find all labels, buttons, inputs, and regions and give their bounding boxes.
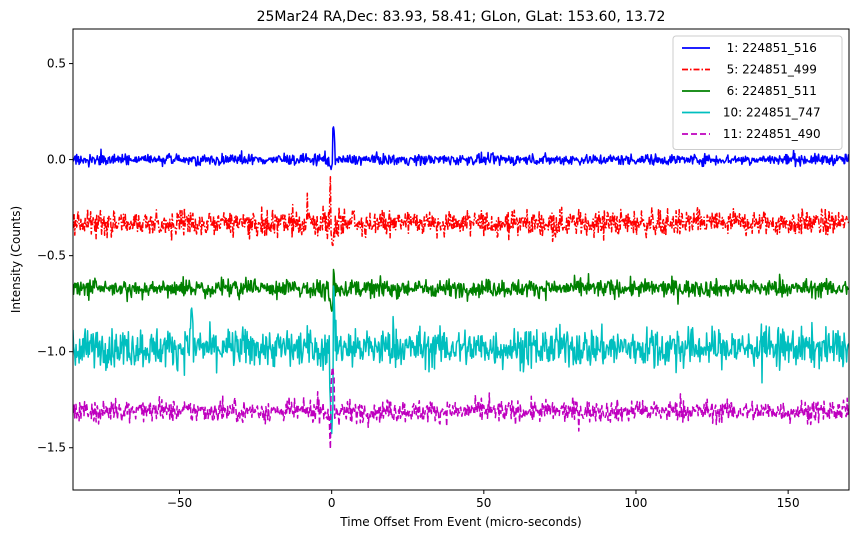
x-tick-label: 50 (476, 496, 491, 510)
y-tick-label: −1.0 (37, 345, 66, 359)
x-tick-label: 0 (328, 496, 336, 510)
legend-entry: 11: 224851_490 (719, 127, 821, 141)
chart-title: 25Mar24 RA,Dec: 83.93, 58.41; GLon, GLat… (257, 9, 666, 25)
y-tick-label: −0.5 (37, 249, 66, 263)
legend-entry: 1: 224851_516 (719, 41, 817, 55)
y-axis-label: Intensity (Counts) (9, 206, 23, 313)
legend-entry: 6: 224851_511 (719, 84, 817, 98)
x-tick-label: 150 (777, 496, 800, 510)
x-tick-label: 100 (625, 496, 648, 510)
legend-entry: 10: 224851_747 (719, 106, 821, 120)
y-tick-label: 0.5 (47, 57, 66, 71)
x-tick-label: −50 (167, 496, 192, 510)
chart: −50 0 50 100 150 0.5 0.0 −0.5 −1.0 −1.5 25Mar24 R… (0, 0, 858, 545)
legend: 1: 224851_516 5: 224851_499 6: 224851_51… (672, 35, 843, 150)
y-tick-label: 0.0 (47, 153, 66, 167)
legend-entry: 5: 224851_499 (719, 63, 817, 77)
x-axis-label: Time Offset From Event (micro-seconds) (339, 515, 581, 529)
y-tick-label: −1.5 (37, 441, 66, 455)
